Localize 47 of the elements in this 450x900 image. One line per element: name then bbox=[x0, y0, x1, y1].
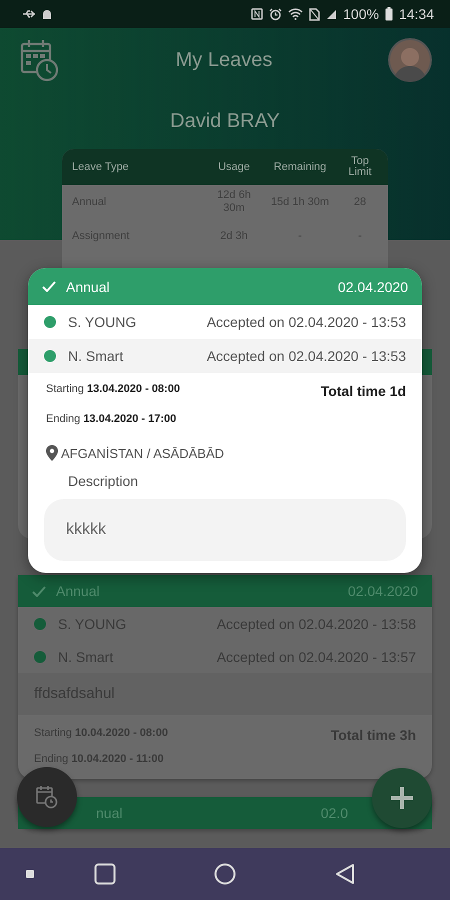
leave-date: 02.04.2020 bbox=[338, 278, 408, 294]
column-header: Usage bbox=[217, 162, 251, 172]
sim-icon bbox=[309, 8, 320, 20]
location-pin-icon bbox=[46, 445, 58, 461]
check-icon bbox=[32, 586, 46, 596]
leave-date: 02.0 bbox=[320, 805, 348, 821]
total-time: Total time 1d bbox=[320, 383, 406, 399]
usb-icon bbox=[22, 9, 36, 19]
table-cell-text: - bbox=[297, 230, 303, 242]
battery-icon bbox=[384, 7, 393, 21]
approver-name: N. Smart bbox=[68, 348, 124, 364]
battery-percentage: 100% bbox=[343, 6, 379, 22]
alarm-icon bbox=[269, 8, 282, 20]
status-dot bbox=[34, 618, 46, 630]
table-cell-text: - bbox=[357, 230, 363, 242]
user-name: David BRAY bbox=[169, 109, 281, 134]
wifi-icon bbox=[288, 8, 304, 20]
calendar-clock-icon[interactable] bbox=[20, 38, 60, 82]
approver-name: S. YOUNG bbox=[68, 314, 138, 330]
calendar-clock-icon bbox=[36, 785, 58, 809]
approval-status: Accepted on 02.04.2020 - 13:53 bbox=[206, 314, 406, 330]
back-icon bbox=[335, 863, 355, 885]
description-field: kkkkk bbox=[44, 499, 406, 561]
leave-date: 02.04.2020 bbox=[348, 583, 418, 599]
clock: 14:34 bbox=[398, 6, 434, 22]
end-time: Ending 13.04.2020 - 17:00 bbox=[46, 413, 178, 425]
status-dot bbox=[34, 650, 46, 662]
avatar[interactable] bbox=[388, 38, 432, 82]
column-header: Remaining bbox=[272, 162, 328, 172]
location: AFGANİSTAN / ASĀDĀBĀD bbox=[61, 446, 224, 460]
plus-icon bbox=[389, 785, 415, 811]
leave-type: nual bbox=[96, 805, 124, 821]
description-label: Description bbox=[67, 472, 140, 489]
leave-type: Annual bbox=[56, 583, 101, 599]
start-time: Starting 13.04.2020 - 08:00 bbox=[46, 383, 181, 397]
status-dot bbox=[44, 316, 56, 328]
approval-status: Accepted on 02.04.2020 - 13:53 bbox=[206, 348, 406, 364]
check-icon bbox=[42, 281, 56, 292]
square-icon bbox=[94, 863, 116, 885]
column-header: Leave Type bbox=[72, 162, 130, 172]
column-header: Top Limit bbox=[347, 156, 373, 178]
page-title: My Leaves bbox=[174, 48, 274, 72]
nfc-icon bbox=[251, 8, 264, 20]
circle-icon bbox=[214, 863, 236, 885]
signal-icon bbox=[326, 8, 338, 20]
status-dot bbox=[44, 350, 56, 362]
leave-type: Annual bbox=[66, 278, 111, 294]
